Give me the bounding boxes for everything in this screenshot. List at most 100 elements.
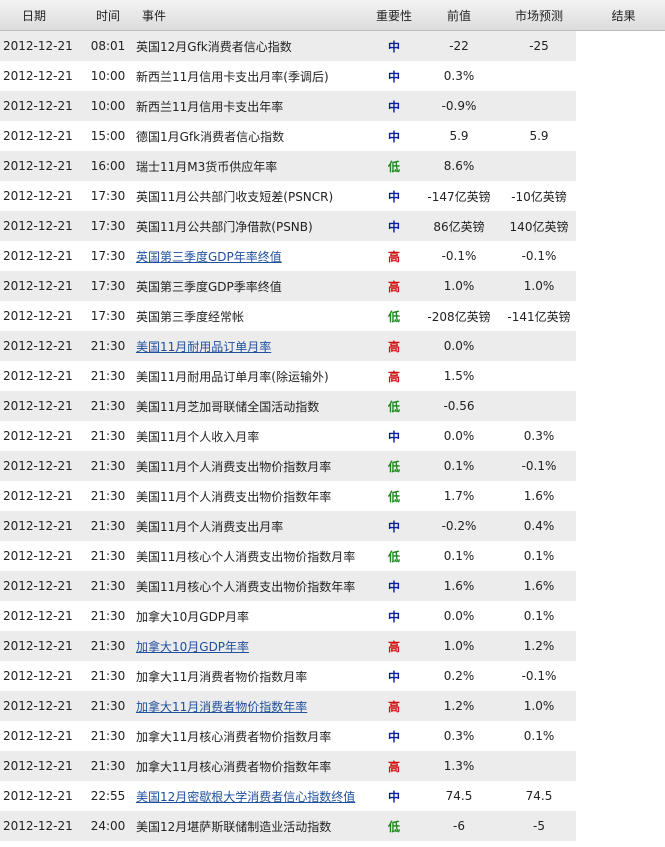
importance-badge: 中 — [387, 729, 400, 744]
row-time: 17:30 — [90, 189, 126, 203]
row-forecast: 0.1% — [523, 729, 555, 743]
importance-badge: 中 — [387, 789, 400, 804]
row-event-cell: 美国11月个人消费支出物价指数月率 — [136, 458, 366, 475]
table-row: 2012-12-21 10:00 新西兰11月信用卡支出月率(季调后) 中 0.3% — [0, 61, 665, 91]
event-name: 英国第三季度经常帐 — [136, 309, 245, 324]
event-name: 加拿大11月核心消费者物价指数月率 — [136, 729, 332, 744]
table-row: 2012-12-21 21:30 美国11月核心个人消费支出物价指数年率 中 1.6% 1… — [0, 571, 665, 601]
importance-badge: 低 — [387, 399, 400, 414]
row-time: 10:00 — [90, 69, 126, 83]
importance-badge: 低 — [387, 549, 400, 564]
row-forecast: -0.1% — [521, 249, 557, 263]
row-date: 2012-12-21 — [3, 279, 73, 293]
row-forecast: 74.5 — [525, 789, 553, 803]
importance-badge: 低 — [387, 159, 400, 174]
table-row: 2012-12-21 21:30 加拿大10月GDP月率 中 0.0% 0.1% — [0, 601, 665, 631]
row-forecast: 0.1% — [523, 549, 555, 563]
table-row: 2012-12-21 17:30 英国第三季度经常帐 低 -208亿英镑 -141亿英镑 — [0, 301, 665, 331]
event-link[interactable]: 美国11月耐用品订单月率 — [136, 340, 271, 354]
row-time: 10:00 — [90, 99, 126, 113]
importance-badge: 低 — [387, 459, 400, 474]
importance-badge: 中 — [387, 189, 400, 204]
event-name: 美国11月个人消费支出物价指数月率 — [136, 459, 332, 474]
importance-badge: 低 — [387, 309, 400, 324]
row-previous: -0.9% — [441, 99, 477, 113]
row-time: 21:30 — [90, 459, 126, 473]
event-name: 美国11月个人消费支出月率 — [136, 519, 284, 534]
event-name: 德国1月Gfk消费者信心指数 — [136, 129, 285, 144]
importance-badge: 高 — [387, 249, 400, 264]
table-row: 2012-12-21 24:00 美国12月堪萨斯联储制造业活动指数 低 -6 -5 — [0, 811, 665, 841]
row-date: 2012-12-21 — [3, 489, 73, 503]
importance-badge: 中 — [387, 609, 400, 624]
importance-badge: 高 — [387, 699, 400, 714]
row-previous: 1.2% — [443, 699, 475, 713]
table-row: 2012-12-21 21:30 美国11月个人消费支出物价指数年率 低 1.7% 1.6… — [0, 481, 665, 511]
row-event-cell: 新西兰11月信用卡支出月率(季调后) — [136, 68, 366, 85]
importance-badge: 中 — [387, 219, 400, 234]
row-date: 2012-12-21 — [3, 789, 73, 803]
row-date: 2012-12-21 — [3, 609, 73, 623]
table-row: 2012-12-21 21:30 美国11月个人消费支出物价指数月率 低 0.1% -0.… — [0, 451, 665, 481]
table-row: 2012-12-21 10:00 新西兰11月信用卡支出年率 中 -0.9% — [0, 91, 665, 121]
row-date: 2012-12-21 — [3, 639, 73, 653]
table-header: 日期 时间 事件 重要性 前值 市场预测 结果 — [0, 0, 665, 31]
event-link[interactable]: 加拿大11月消费者物价指数年率 — [136, 700, 307, 714]
row-date: 2012-12-21 — [3, 459, 73, 473]
row-time: 21:30 — [90, 369, 126, 383]
row-event-cell: 新西兰11月信用卡支出年率 — [136, 98, 366, 115]
row-previous: 0.2% — [443, 669, 475, 683]
row-event-cell: 英国第三季度经常帐 — [136, 308, 366, 325]
row-date: 2012-12-21 — [3, 549, 73, 563]
event-link[interactable]: 英国第三季度GDP年率终值 — [136, 250, 282, 264]
row-forecast: 0.3% — [523, 429, 555, 443]
event-name: 英国12月Gfk消费者信心指数 — [136, 39, 292, 54]
row-forecast: 5.9 — [529, 129, 549, 143]
row-date: 2012-12-21 — [3, 339, 73, 353]
row-event-cell: 英国11月公共部门净借款(PSNB) — [136, 218, 366, 235]
row-event-cell[interactable]: 加拿大10月GDP年率 — [136, 638, 366, 655]
row-previous: -147亿英镑 — [427, 189, 491, 204]
row-event-cell[interactable]: 英国第三季度GDP年率终值 — [136, 248, 366, 265]
row-time: 21:30 — [90, 699, 126, 713]
table-row: 2012-12-21 21:30 美国11月个人消费支出月率 中 -0.2% 0.4% — [0, 511, 665, 541]
event-link[interactable]: 加拿大10月GDP年率 — [136, 640, 249, 654]
row-previous: -6 — [453, 819, 465, 833]
importance-badge: 高 — [387, 639, 400, 654]
header-previous: 前值 — [446, 8, 471, 23]
importance-badge: 低 — [387, 819, 400, 834]
event-link[interactable]: 美国12月密歇根大学消费者信心指数终值 — [136, 790, 355, 804]
row-previous: 0.0% — [443, 429, 475, 443]
table-row: 2012-12-21 21:30 加拿大10月GDP年率 高 1.0% 1.2% — [0, 631, 665, 661]
row-previous: 86亿英镑 — [433, 219, 485, 234]
row-previous: 0.3% — [443, 69, 475, 83]
row-date: 2012-12-21 — [3, 129, 73, 143]
row-event-cell: 英国11月公共部门收支短差(PSNCR) — [136, 188, 366, 205]
row-time: 17:30 — [90, 309, 126, 323]
row-forecast: -0.1% — [521, 459, 557, 473]
row-time: 21:30 — [90, 519, 126, 533]
row-event-cell: 美国11月耐用品订单月率(除运输外) — [136, 368, 366, 385]
row-date: 2012-12-21 — [3, 699, 73, 713]
table-row: 2012-12-21 21:30 美国11月耐用品订单月率 高 0.0% — [0, 331, 665, 361]
table-row: 2012-12-21 21:30 加拿大11月核心消费者物价指数年率 高 1.3% — [0, 751, 665, 781]
importance-badge: 中 — [387, 69, 400, 84]
row-event-cell[interactable]: 美国11月耐用品订单月率 — [136, 338, 366, 355]
event-name: 加拿大10月GDP月率 — [136, 609, 250, 624]
table-row: 2012-12-21 17:30 英国11月公共部门收支短差(PSNCR) 中 -147… — [0, 181, 665, 211]
table-row: 2012-12-21 17:30 英国11月公共部门净借款(PSNB) 中 86亿英镑 1… — [0, 211, 665, 241]
table-body: 2012-12-21 08:01 英国12月Gfk消费者信心指数中 -22 -25 201… — [0, 31, 665, 841]
row-event-cell[interactable]: 加拿大11月消费者物价指数年率 — [136, 698, 366, 715]
row-event-cell[interactable]: 美国12月密歇根大学消费者信心指数终值 — [136, 788, 366, 805]
row-date: 2012-12-21 — [3, 189, 73, 203]
event-name: 新西兰11月信用卡支出年率 — [136, 99, 284, 114]
row-previous: 1.7% — [443, 489, 475, 503]
table-row: 2012-12-21 21:30 美国11月耐用品订单月率(除运输外) 高 1.5% — [0, 361, 665, 391]
importance-badge: 低 — [387, 489, 400, 504]
header-date: 日期 — [22, 8, 47, 23]
importance-badge: 中 — [387, 669, 400, 684]
row-date: 2012-12-21 — [3, 519, 73, 533]
table-row: 2012-12-21 21:30 美国11月核心个人消费支出物价指数月率 低 0.1% 0… — [0, 541, 665, 571]
row-date: 2012-12-21 — [3, 369, 73, 383]
row-date: 2012-12-21 — [3, 219, 73, 233]
